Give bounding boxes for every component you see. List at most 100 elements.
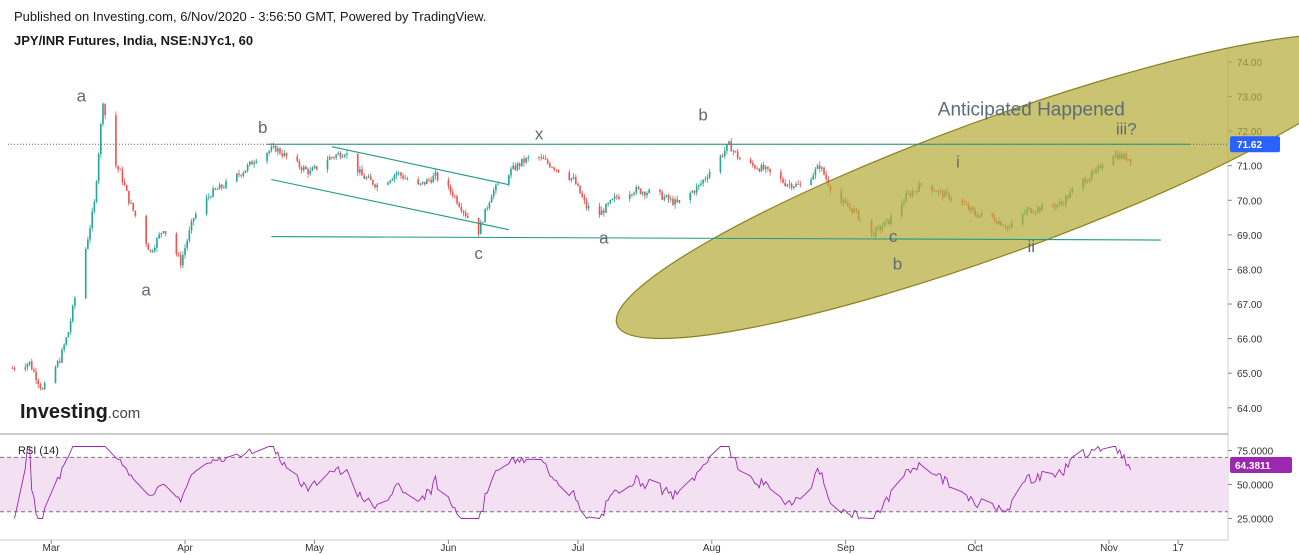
candle-body — [797, 183, 799, 185]
candle-body — [540, 157, 543, 159]
candle-body — [192, 218, 195, 222]
candle-body — [339, 153, 342, 158]
candle-body — [451, 191, 454, 196]
wave-label: b — [698, 106, 707, 125]
wave-label: a — [599, 229, 609, 248]
candle-body — [207, 196, 210, 198]
candle-body — [432, 175, 435, 183]
candle-body — [516, 163, 519, 170]
candle-body — [285, 153, 288, 157]
candle-body — [704, 178, 707, 180]
candle-body — [205, 197, 208, 215]
candle-body — [328, 157, 331, 160]
candle-body — [359, 169, 361, 173]
candle-body — [125, 185, 128, 191]
candle-body — [194, 214, 197, 219]
candle-body — [708, 172, 711, 178]
investing-logo: Investing.com — [20, 401, 140, 423]
annotation-title: Anticipated Happened — [938, 100, 1125, 121]
time-tick-label: Oct — [967, 543, 983, 554]
price-chart[interactable]: 74.0073.0072.0071.0070.0069.0068.0067.00… — [0, 0, 1299, 555]
candle-body — [26, 364, 29, 368]
wave-label: c — [474, 244, 483, 263]
candle-body — [639, 188, 642, 194]
candle-body — [177, 254, 180, 256]
candle-body — [644, 192, 646, 196]
candle-body — [240, 174, 242, 176]
candle-body — [695, 186, 698, 193]
candle-body — [104, 103, 106, 116]
candle-body — [361, 169, 363, 176]
candle-body — [184, 247, 186, 256]
candle-body — [792, 186, 795, 189]
candle-body — [691, 191, 694, 193]
candle-body — [61, 349, 63, 363]
candle-body — [551, 167, 553, 168]
candle-body — [65, 337, 68, 345]
candle-body — [523, 158, 525, 163]
candle-body — [542, 157, 545, 160]
candle-body — [149, 249, 152, 252]
candle-body — [279, 148, 281, 154]
candle-body — [417, 179, 420, 185]
candle-body — [158, 234, 160, 239]
candle-body — [488, 202, 491, 209]
candle-body — [449, 185, 452, 192]
candle-body — [186, 240, 189, 248]
candle-body — [525, 157, 527, 163]
channel-line — [271, 178, 509, 231]
candle-body — [134, 210, 137, 216]
candle-body — [568, 172, 571, 180]
candle-body — [674, 199, 676, 205]
candle-body — [739, 158, 741, 160]
candle-body — [58, 361, 61, 363]
candle-body — [376, 184, 378, 188]
candle-body — [315, 166, 318, 170]
candle-body — [346, 153, 348, 155]
candle-body — [305, 166, 307, 170]
rsi-tick-label: 50.0000 — [1237, 481, 1274, 492]
candle-body — [615, 196, 618, 198]
candle-body — [790, 183, 793, 189]
candle-body — [689, 192, 692, 201]
rsi-band — [0, 457, 1228, 512]
candle-body — [335, 154, 337, 158]
candle-body — [676, 199, 679, 203]
candle-body — [518, 163, 521, 166]
rsi-tick-label: 75.0000 — [1237, 447, 1274, 458]
highlight-ellipse — [615, 33, 1299, 340]
candle-body — [89, 227, 91, 240]
candle-body — [372, 179, 374, 185]
last-price-badge-label: 71.62 — [1237, 140, 1262, 151]
candle-body — [395, 172, 398, 175]
candle-body — [549, 163, 551, 168]
candle-body — [603, 210, 605, 213]
candle-body — [356, 153, 359, 173]
candle-body — [266, 153, 268, 162]
candle-body — [296, 156, 299, 162]
candle-body — [678, 200, 681, 203]
candle-body — [363, 175, 366, 179]
candle-body — [145, 215, 147, 244]
candle-body — [115, 115, 117, 167]
candle-body — [467, 216, 469, 218]
candle-body — [367, 176, 370, 178]
candle-body — [613, 196, 616, 199]
candle-body — [605, 203, 607, 213]
price-tick-label: 66.00 — [1237, 335, 1262, 346]
wave-label: iii? — [1116, 120, 1137, 139]
candle-body — [702, 179, 704, 184]
candle-body — [795, 183, 797, 187]
candle-body — [28, 361, 31, 365]
candle-body — [214, 188, 217, 190]
candle-body — [43, 382, 46, 390]
candle-body — [732, 150, 735, 152]
candle-body — [404, 178, 407, 180]
candle-body — [749, 159, 752, 163]
rsi-title: RSI (14) — [18, 445, 59, 457]
candle-body — [84, 249, 87, 299]
candle-body — [121, 169, 124, 183]
rsi-tick-label: 25.0000 — [1237, 514, 1274, 525]
candle-body — [309, 170, 312, 175]
candle-body — [611, 198, 614, 201]
